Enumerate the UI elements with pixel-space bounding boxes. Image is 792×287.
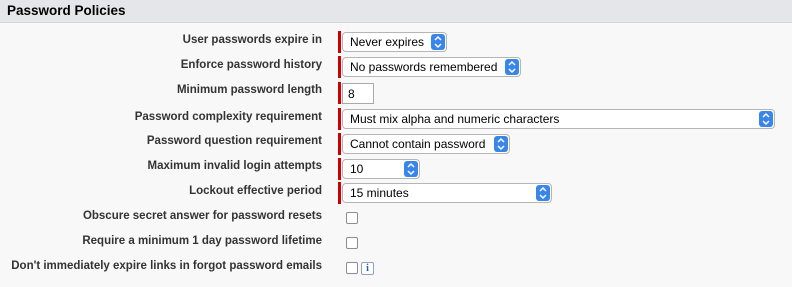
info-icon[interactable]: i (361, 262, 374, 275)
lockout-period-select[interactable]: 15 minutes (342, 183, 552, 203)
chevron-updown-icon (505, 59, 519, 75)
password-history-value: No passwords remembered (350, 60, 498, 74)
required-indicator (338, 108, 341, 130)
password-complexity-select[interactable]: Must mix alpha and numeric characters (342, 109, 775, 129)
obscure-secret-answer-checkbox[interactable] (346, 212, 358, 224)
required-indicator (338, 31, 341, 53)
lockout-period-value: 15 minutes (350, 186, 409, 200)
label-expire-links: Don't immediately expire links in forgot… (11, 260, 322, 272)
label-passwords-expire: User passwords expire in (182, 34, 322, 46)
expire-links-checkbox[interactable] (346, 262, 358, 274)
password-question-value: Cannot contain password (350, 137, 486, 151)
section-header: Password Policies (0, 0, 792, 23)
required-indicator (338, 133, 341, 155)
max-invalid-attempts-value: 10 (350, 162, 364, 176)
label-max-invalid-attempts: Maximum invalid login attempts (147, 160, 322, 172)
min-password-length-input[interactable] (342, 83, 374, 104)
label-min-password-lifetime: Require a minimum 1 day password lifetim… (82, 235, 322, 247)
passwords-expire-value: Never expires (350, 35, 425, 49)
password-history-select[interactable]: No passwords remembered (342, 57, 521, 77)
label-password-history: Enforce password history (180, 59, 322, 71)
label-password-question: Password question requirement (146, 135, 322, 147)
chevron-updown-icon (404, 161, 418, 177)
max-invalid-attempts-select[interactable]: 10 (342, 159, 420, 179)
required-indicator (338, 56, 341, 78)
label-password-complexity: Password complexity requirement (134, 111, 322, 123)
chevron-updown-icon (759, 111, 773, 127)
label-min-password-length: Minimum password length (176, 84, 322, 96)
required-indicator (338, 182, 341, 204)
password-complexity-value: Must mix alpha and numeric characters (350, 112, 560, 126)
password-question-select[interactable]: Cannot contain password (342, 134, 510, 154)
chevron-updown-icon (494, 136, 508, 152)
min-password-lifetime-checkbox[interactable] (346, 237, 358, 249)
label-obscure-secret-answer: Obscure secret answer for password reset… (82, 210, 322, 222)
chevron-updown-icon (536, 185, 550, 201)
section-title: Password Policies (7, 3, 126, 18)
passwords-expire-select[interactable]: Never expires (342, 32, 447, 52)
required-indicator (338, 82, 341, 104)
required-indicator (338, 158, 341, 180)
chevron-updown-icon (431, 34, 445, 50)
label-lockout-period: Lockout effective period (189, 185, 322, 197)
